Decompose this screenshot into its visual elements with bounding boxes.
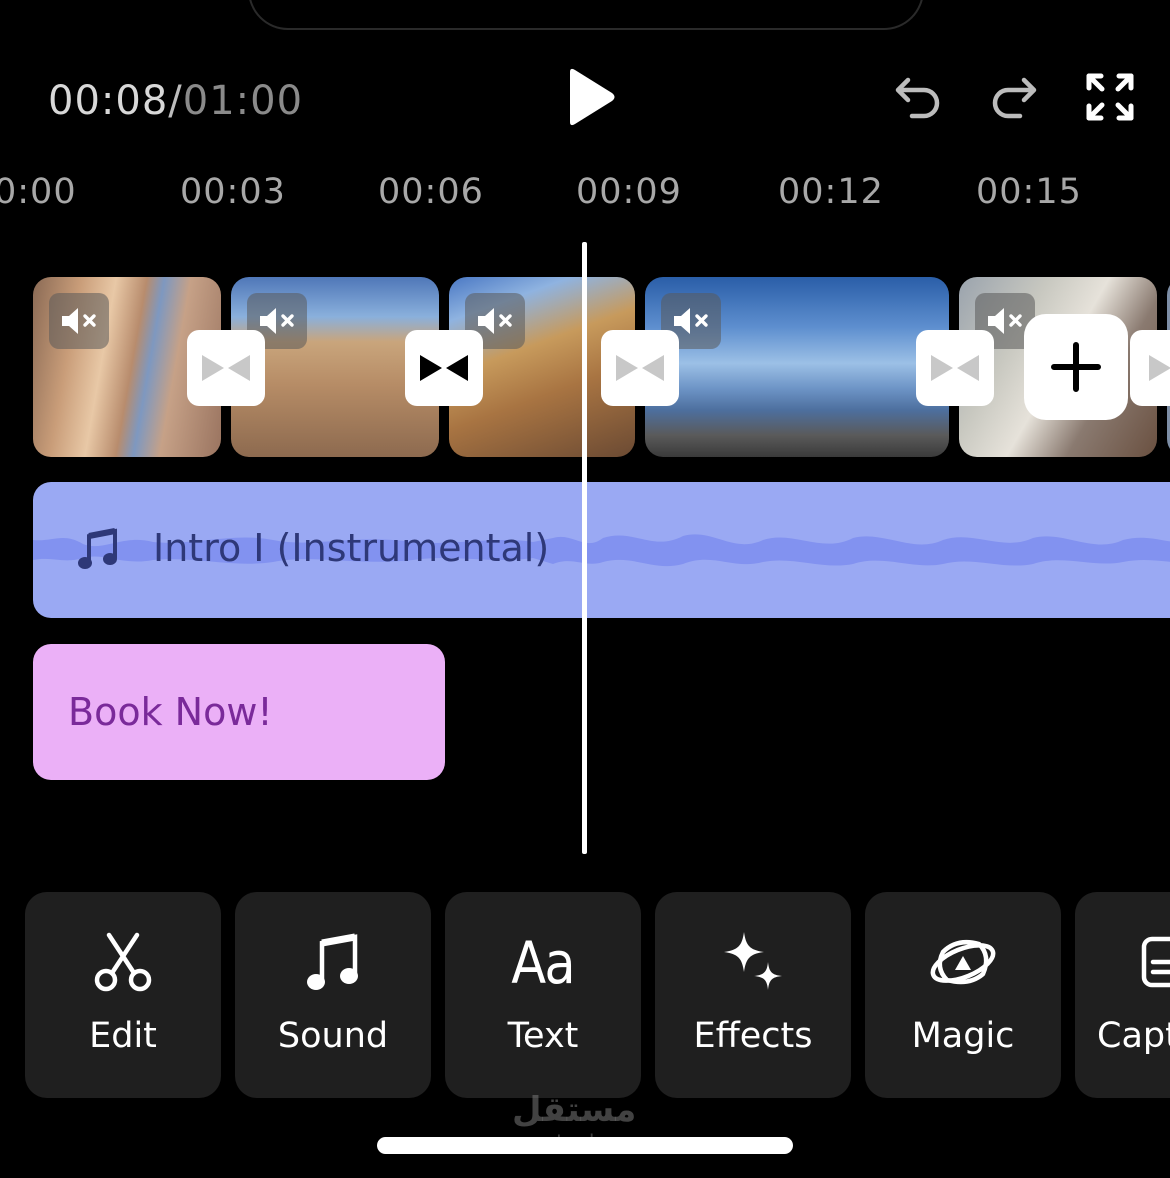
ruler-tick: 00:15 (976, 172, 1082, 212)
tool-edit[interactable]: Edit (25, 892, 221, 1098)
playhead[interactable] (582, 242, 587, 854)
text-overlay-track[interactable]: Book Now! (33, 644, 445, 780)
add-clip-button[interactable] (1024, 314, 1128, 420)
bowtie-transition-icon (202, 355, 250, 381)
audio-track-label: Intro I (Instrumental) (153, 526, 550, 570)
tool-label: Magic (911, 1016, 1015, 1056)
tool-magic[interactable]: Magic (865, 892, 1061, 1098)
mute-icon (62, 308, 96, 334)
ruler-tick: 00:09 (576, 172, 682, 212)
tool-label: Sound (277, 1016, 389, 1056)
home-indicator[interactable] (377, 1137, 793, 1154)
tool-label: Capt (1097, 1016, 1170, 1056)
total-time: 01:00 (182, 78, 304, 124)
playback-timecode: 00:08/01:00 (48, 78, 303, 124)
bowtie-transition-icon (420, 355, 468, 381)
redo-icon (992, 77, 1037, 119)
ruler-tick: 0:00 (0, 172, 77, 212)
mute-icon (478, 308, 512, 334)
fullscreen-icon (1086, 73, 1134, 121)
magic-orbit-icon (930, 940, 996, 985)
tool-effects[interactable]: Effects (655, 892, 851, 1098)
undo-icon (895, 77, 940, 119)
sparkles-icon (724, 932, 782, 990)
scissors-icon (94, 932, 152, 992)
captions-icon (1141, 936, 1170, 988)
text-overlay-label: Book Now! (68, 690, 273, 734)
ruler-tick: 00:12 (778, 172, 884, 212)
ruler-tick: 00:06 (378, 172, 484, 212)
tool-text[interactable]: Aa Text (445, 892, 641, 1098)
play-icon (570, 68, 615, 126)
tool-label: Text (507, 1016, 579, 1056)
video-clip[interactable] (645, 277, 949, 457)
play-button[interactable] (560, 66, 620, 128)
transition-button[interactable] (601, 330, 679, 406)
music-note-icon (78, 528, 117, 569)
audio-track[interactable]: Intro I (Instrumental) (33, 482, 1170, 618)
time-separator: / (168, 78, 183, 124)
mute-icon (988, 308, 1022, 334)
transition-button[interactable] (916, 330, 994, 406)
mute-icon (674, 308, 708, 334)
mute-toggle[interactable] (49, 293, 109, 349)
bowtie-transition-icon (1149, 355, 1170, 381)
music-note-icon (307, 933, 358, 990)
ruler-tick: 00:03 (180, 172, 286, 212)
tool-label: Edit (89, 1016, 157, 1056)
tool-label: Effects (693, 1016, 813, 1056)
bowtie-transition-icon (931, 355, 979, 381)
text-aa-icon: Aa (511, 929, 576, 997)
tool-captions[interactable]: Capt (1075, 892, 1170, 1098)
fullscreen-button[interactable] (1085, 72, 1137, 124)
plus-icon (1051, 342, 1101, 392)
tool-sound[interactable]: Sound (235, 892, 431, 1098)
watermark: مستقل (512, 1090, 637, 1130)
transition-button[interactable] (1130, 330, 1170, 406)
bowtie-transition-icon (616, 355, 664, 381)
redo-button[interactable] (988, 70, 1040, 122)
device-notch (248, 0, 924, 30)
current-time: 00:08 (48, 78, 169, 124)
mute-icon (260, 308, 294, 334)
undo-button[interactable] (892, 70, 944, 122)
transition-button[interactable] (405, 330, 483, 406)
transition-button[interactable] (187, 330, 265, 406)
